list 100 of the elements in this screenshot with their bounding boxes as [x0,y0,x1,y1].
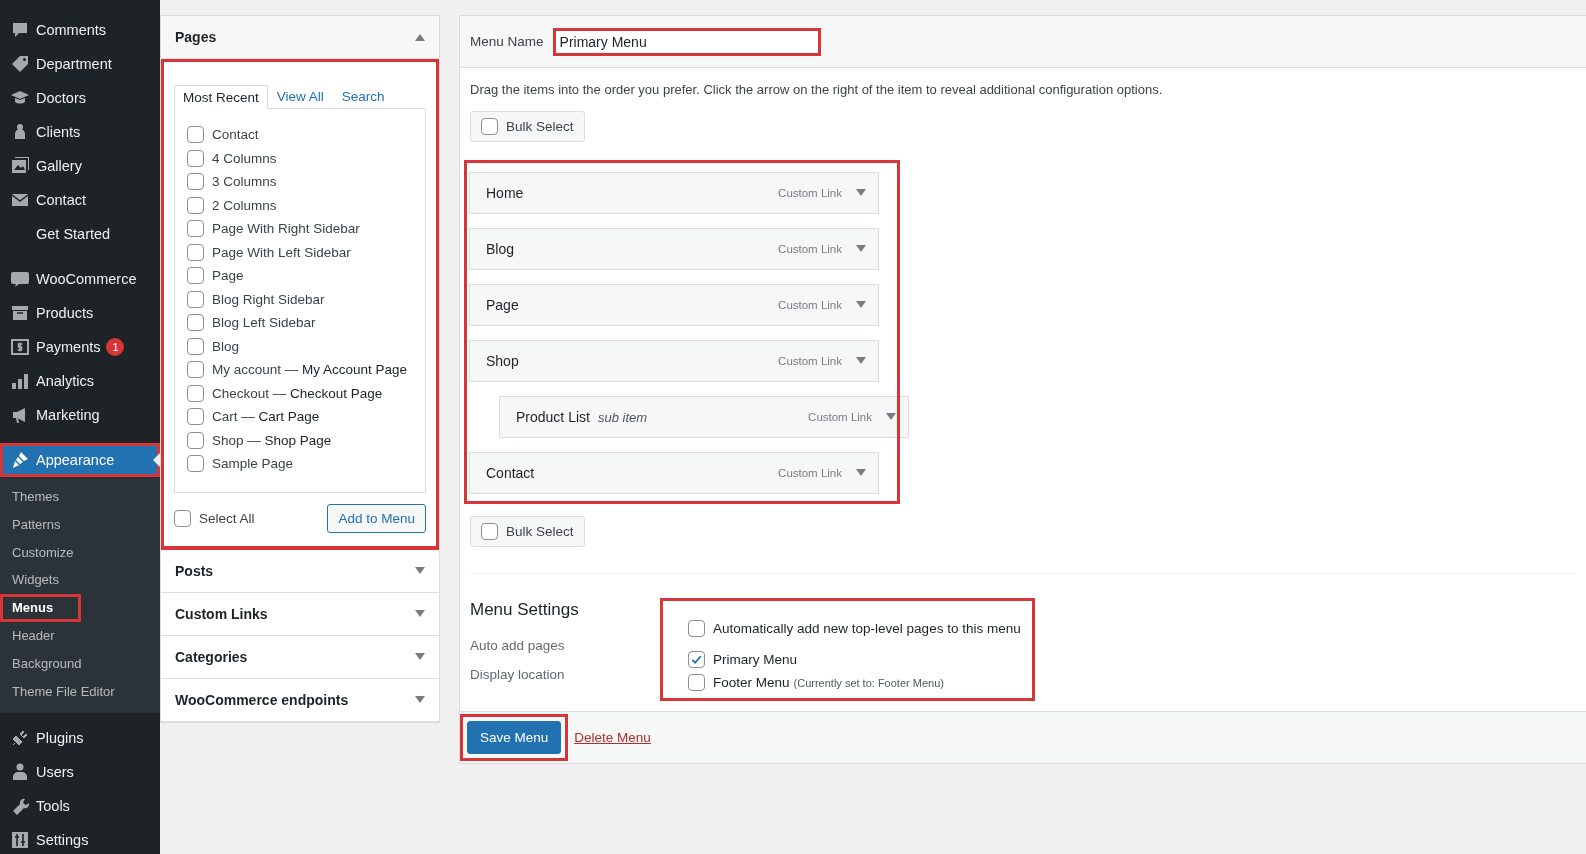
menu-item-title: Page [486,297,520,313]
expand-arrow-icon[interactable] [415,695,425,704]
item-type: Custom Link [778,243,842,255]
menu-name-label: Menu Name [470,34,544,49]
page-label: Shop — Shop Page [212,432,332,448]
sidebar-item[interactable]: Plugins [0,721,160,756]
checkbox[interactable] [174,509,191,527]
expand-arrow-icon[interactable] [856,245,866,253]
submenu-item[interactable]: Themes [0,483,160,511]
expand-arrow-icon[interactable] [856,301,866,309]
save-menu-button[interactable]: Save Menu [467,721,562,754]
sidebar-item[interactable]: Settings [0,823,160,854]
sidebar-item[interactable]: Payments 1 [0,330,160,364]
expand-arrow-icon[interactable] [856,189,866,197]
page-label: Checkout — Checkout Page [212,385,383,401]
checkbox[interactable] [187,361,204,379]
checkbox[interactable] [187,408,204,426]
sidebar-item[interactable]: Comments [0,13,160,47]
page-label: My account — My Account Page [212,362,408,378]
menu-name-field[interactable]: Primary Menu [552,27,821,56]
expand-arrow-icon[interactable] [415,609,425,618]
menu-item[interactable]: Shop Custom Link [469,340,879,382]
expand-arrow-icon[interactable] [415,566,425,575]
checkbox[interactable] [187,431,204,449]
menu-item-title: Product List [516,409,590,425]
submenu-item[interactable]: Widgets [0,566,160,595]
checkmark-icon [690,653,703,666]
expand-arrow-icon[interactable] [856,357,866,365]
checkbox[interactable] [187,220,204,238]
delete-menu-link[interactable]: Delete Menu [574,730,651,745]
checkbox[interactable] [187,126,204,144]
checkbox[interactable] [688,674,705,691]
setting-label: Display location [470,667,565,682]
menu-item[interactable]: Page Custom Link [469,284,879,326]
collapse-arrow-icon[interactable] [415,33,425,41]
submenu-item[interactable]: Menus [0,594,82,622]
sidebar-item[interactable]: Products [0,296,160,330]
gallery-icon [10,156,30,176]
sidebar-item[interactable]: Gallery [0,149,160,183]
bulk-select-button[interactable]: Bulk Select [470,111,585,142]
item-type: Custom Link [778,355,842,367]
menu-item[interactable]: Blog Custom Link [469,228,879,270]
item-type: Custom Link [778,187,842,199]
checkbox[interactable] [187,173,204,191]
checkbox[interactable] [187,290,204,308]
submenu-item[interactable]: Customize [0,538,160,567]
add-to-menu-button[interactable]: Add to Menu [327,503,426,533]
checkbox[interactable] [481,523,498,540]
sidebar-item[interactable]: Contact [0,183,160,217]
menu-item[interactable]: Product List sub item Custom Link [499,396,909,438]
tab[interactable]: View All [267,84,333,108]
option-label: Primary Menu [713,652,798,667]
user-icon [10,762,30,783]
checkbox[interactable] [688,651,705,668]
page-label: 3 Columns [212,174,277,190]
sidebar-item[interactable]: Appearance [0,443,160,477]
checkbox[interactable] [187,337,204,355]
sidebar-item[interactable]: Get Started [0,217,160,251]
accordion-header[interactable]: Pages [161,16,439,59]
sidebar-item[interactable]: Clients [0,115,160,149]
sidebar-item[interactable]: WooCommerce [0,262,160,296]
submenu-item[interactable]: Theme File Editor [0,677,160,706]
checkbox[interactable] [187,149,204,167]
menu-item[interactable]: Home Custom Link [469,172,879,214]
option-label: Footer Menu (Currently set to: Footer Menu) [713,675,944,690]
sidebar-item[interactable]: Doctors [0,81,160,115]
sidebar-item[interactable]: Marketing [0,398,160,432]
checkbox[interactable] [481,118,498,135]
sidebar-item[interactable]: Department [0,47,160,81]
speech-bubble-icon [10,20,30,40]
checkbox[interactable] [187,267,204,285]
archive-box-icon [10,303,30,323]
checkbox[interactable] [187,384,204,402]
submenu-item[interactable]: Header [0,622,160,650]
sidebar-item[interactable]: Tools [0,789,160,824]
sidebar-item[interactable]: Users [0,755,160,790]
checkbox[interactable] [187,455,204,473]
page-label: Blog [212,338,240,354]
notification-badge: 1 [106,338,125,356]
tab[interactable]: Search [332,84,394,108]
item-type: Custom Link [778,467,842,479]
expand-arrow-icon[interactable] [886,413,896,421]
submenu-item[interactable]: Background [0,649,160,678]
checkbox[interactable] [187,243,204,261]
dollar-icon [10,337,30,357]
woo-bubble-icon [10,269,30,289]
checkbox[interactable] [187,196,204,214]
checkbox[interactable] [688,620,705,637]
checkbox[interactable] [187,314,204,332]
bulk-select-button[interactable]: Bulk Select [470,516,585,547]
expand-arrow-icon[interactable] [856,469,866,477]
page-label: Blog Right Sidebar [212,291,325,307]
menu-item[interactable]: Contact Custom Link [469,452,879,494]
tab[interactable]: Most Recent [174,85,268,109]
submenu-item[interactable]: Patterns [0,510,160,539]
sidebar-item[interactable]: Analytics [0,364,160,398]
menu-settings-heading: Menu Settings [470,600,579,620]
menu-item-title: Home [486,185,525,201]
expand-arrow-icon[interactable] [415,652,425,661]
sliders-icon [10,830,30,851]
